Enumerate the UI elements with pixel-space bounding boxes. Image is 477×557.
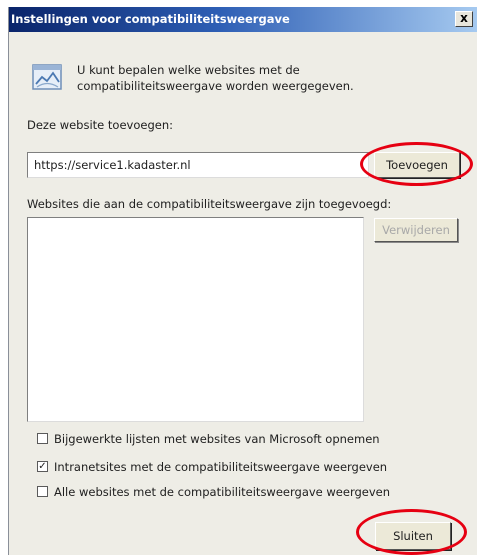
checkbox-label: Intranetsites met de compatibiliteitswee… <box>54 460 388 474</box>
remove-button[interactable]: Verwijderen <box>374 218 458 242</box>
website-url-input[interactable]: https://service1.kadaster.nl <box>27 152 369 178</box>
compatibility-settings-dialog: Instellingen voor compatibiliteitsweerga… <box>8 7 477 555</box>
add-website-label: Deze website toevoegen: <box>27 118 173 132</box>
title-bar[interactable]: Instellingen voor compatibiliteitsweerga… <box>9 7 477 32</box>
close-button[interactable]: Sluiten <box>375 522 451 550</box>
checkbox-microsoft-lists[interactable] <box>37 433 48 444</box>
add-button[interactable]: Toevoegen <box>374 152 460 178</box>
dialog-title: Instellingen voor compatibiliteitsweerga… <box>11 12 290 26</box>
info-text: U kunt bepalen welke websites met de com… <box>77 63 354 93</box>
close-icon[interactable]: x <box>455 11 473 27</box>
checkbox-all-websites[interactable] <box>37 486 48 497</box>
compatibility-view-icon <box>32 64 62 90</box>
added-websites-label: Websites die aan de compatibiliteitsweer… <box>27 197 392 211</box>
websites-list[interactable] <box>27 217 364 422</box>
checkbox-label: Alle websites met de compatibiliteitswee… <box>54 485 391 499</box>
checkbox-label: Bijgewerkte lijsten met websites van Mic… <box>54 432 380 446</box>
checkbox-intranet-sites[interactable]: ✓ <box>37 461 48 472</box>
